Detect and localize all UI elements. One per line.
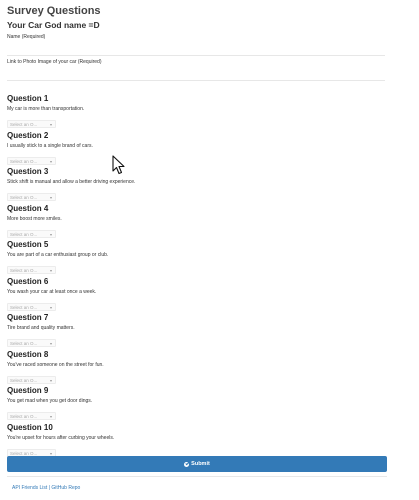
select-placeholder: Select an O... — [10, 341, 38, 346]
question-title: Question 7 — [7, 313, 49, 322]
answer-select[interactable]: Select an O... ▾ — [7, 375, 56, 384]
question-text: You're upset for hours after curbing you… — [7, 434, 115, 441]
answer-select[interactable]: Select an O... ▾ — [7, 266, 56, 274]
question-title: Question 8 — [7, 349, 49, 359]
question-text: You are part of a car enthusiast group o… — [7, 252, 109, 258]
caret-down-icon: ▾ — [49, 231, 52, 237]
answer-select[interactable]: Select an O... ▾ — [7, 120, 56, 128]
select-placeholder: Select an O... — [10, 122, 38, 127]
select-placeholder: Select an O... — [10, 450, 38, 456]
photo-link-label: Link to Photo Image of your car (Require… — [7, 59, 102, 65]
question-text: You get mad when you get door dings. — [7, 398, 93, 404]
name-field-group: Name (Required) — [7, 33, 387, 56]
question-8: Question 8 You've raced someone on the s… — [7, 349, 387, 386]
github-repo-link[interactable]: GitHub Repo — [51, 485, 80, 491]
select-placeholder: Select an O... — [10, 231, 38, 237]
answer-select[interactable]: Select an O... ▾ — [7, 302, 56, 311]
caret-down-icon: ▾ — [49, 158, 52, 164]
select-placeholder: Select an O... — [10, 414, 38, 419]
api-friends-list-link[interactable]: API Friends List — [12, 485, 47, 491]
question-7: Question 7 Tire brand and quality matter… — [7, 312, 387, 349]
question-1: Question 1 My car is more than transport… — [7, 93, 387, 130]
select-placeholder: Select an O... — [10, 158, 38, 164]
question-title: Question 4 — [7, 203, 49, 213]
page-subtitle: Your Car God name =D — [7, 20, 100, 30]
question-title: Question 3 — [7, 167, 49, 176]
answer-select[interactable]: Select an O... ▾ — [7, 193, 56, 201]
question-text: More boost more smiles. — [7, 215, 62, 222]
question-9: Question 9 You get mad when you get door… — [7, 385, 387, 422]
answer-select[interactable]: Select an O... ▾ — [7, 339, 56, 347]
question-2: Question 2 I usually stick to a single b… — [7, 130, 387, 167]
answer-select[interactable]: Select an O... ▾ — [7, 156, 56, 165]
footer-separator: | — [48, 485, 50, 491]
caret-down-icon: ▾ — [49, 414, 52, 419]
answer-select[interactable]: Select an O... ▾ — [7, 229, 56, 238]
question-text: Tire brand and quality matters. — [7, 325, 75, 331]
select-placeholder: Select an O... — [10, 304, 38, 310]
mouse-cursor-icon — [112, 155, 125, 175]
question-text: Stick shift is manual and allow a better… — [7, 179, 136, 185]
question-title: Question 1 — [7, 94, 49, 103]
name-input[interactable] — [7, 41, 385, 56]
question-text: I usually stick to a single brand of car… — [7, 142, 93, 149]
question-title: Question 2 — [7, 130, 49, 140]
caret-down-icon: ▾ — [49, 195, 52, 200]
caret-down-icon: ▾ — [49, 122, 52, 127]
survey-page: Survey Questions Your Car God name =D Na… — [0, 0, 419, 500]
caret-down-icon: ▾ — [49, 341, 52, 346]
footer: API Friends List | GitHub Repo — [7, 476, 387, 491]
question-text: You've raced someone on the street for f… — [7, 361, 104, 368]
question-5: Question 5 You are part of a car enthusi… — [7, 239, 387, 276]
question-title: Question 9 — [7, 386, 49, 395]
question-title: Question 6 — [7, 276, 49, 286]
check-circle-icon — [184, 461, 190, 467]
answer-select[interactable]: Select an O... ▾ — [7, 412, 56, 420]
caret-down-icon: ▾ — [49, 268, 52, 273]
question-text: My car is more than transportation. — [7, 106, 85, 112]
caret-down-icon: ▾ — [49, 377, 52, 383]
page-title: Survey Questions — [7, 5, 101, 17]
question-3: Question 3 Stick shift is manual and all… — [7, 166, 387, 203]
caret-down-icon: ▾ — [49, 304, 52, 310]
question-6: Question 6 You wash your car at least on… — [7, 276, 387, 313]
question-title: Question 5 — [7, 240, 49, 249]
question-title: Question 10 — [7, 422, 53, 432]
question-text: You wash your car at least once a week. — [7, 288, 97, 295]
select-placeholder: Select an O... — [10, 268, 38, 273]
select-placeholder: Select an O... — [10, 377, 38, 383]
select-placeholder: Select an O... — [10, 195, 38, 200]
photo-link-input[interactable] — [7, 66, 385, 81]
question-10: Question 10 You're upset for hours after… — [7, 422, 387, 459]
submit-button[interactable]: Submit — [7, 456, 387, 472]
submit-label: Submit — [191, 461, 210, 467]
question-4: Question 4 More boost more smiles. Selec… — [7, 203, 387, 240]
name-label: Name (Required) — [7, 34, 46, 40]
photo-link-field-group: Link to Photo Image of your car (Require… — [7, 58, 387, 81]
question-list: Question 1 My car is more than transport… — [7, 93, 387, 458]
